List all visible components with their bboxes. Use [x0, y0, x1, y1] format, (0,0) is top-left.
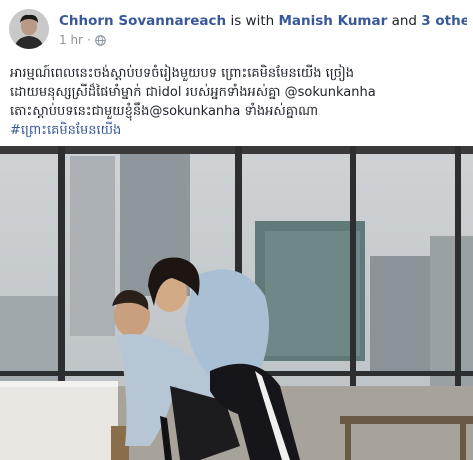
post-header-text: Chhorn Sovannareach is with Manish Kumar… — [59, 13, 467, 48]
timestamp-link[interactable]: 1 hr — [59, 33, 83, 48]
author-name-link[interactable]: Chhorn Sovannareach — [59, 13, 226, 29]
with-text: is with — [226, 13, 279, 29]
tagged-person-link[interactable]: Manish Kumar — [278, 13, 387, 29]
globe-icon[interactable] — [95, 35, 106, 46]
facebook-post: Chhorn Sovannareach is with Manish Kumar… — [0, 0, 473, 460]
and-text: and — [387, 13, 422, 29]
caption-line-3: តោះស្តាប់បទនេះជាមួយខ្ញុំនឹង@sokunkanha ទ… — [10, 104, 319, 119]
others-link[interactable]: 3 others — [421, 13, 467, 29]
post-photo[interactable] — [0, 146, 473, 460]
caption-line-2: ដោយមនុស្សស្រីដ៏ផៃមាំម្នាក់ ជាidol របស់អ្… — [10, 85, 376, 100]
post-meta: 1 hr · — [59, 33, 467, 48]
caption-line-1: អារម្មណ៍ពេលនេះចង់ស្តាប់បទចំរៀងមួយបទ ព្រោ… — [10, 66, 354, 81]
post-author-line: Chhorn Sovannareach is with Manish Kumar… — [59, 13, 467, 30]
hashtag-link[interactable]: #ព្រោះគេមិនមែនយើង — [10, 121, 465, 140]
avatar[interactable] — [9, 9, 49, 49]
meta-separator: · — [87, 33, 91, 47]
post-caption: អារម្មណ៍ពេលនេះចង់ស្តាប់បទចំរៀងមួយបទ ព្រោ… — [10, 64, 465, 140]
post-header: Chhorn Sovannareach is with Manish Kumar… — [9, 9, 467, 55]
